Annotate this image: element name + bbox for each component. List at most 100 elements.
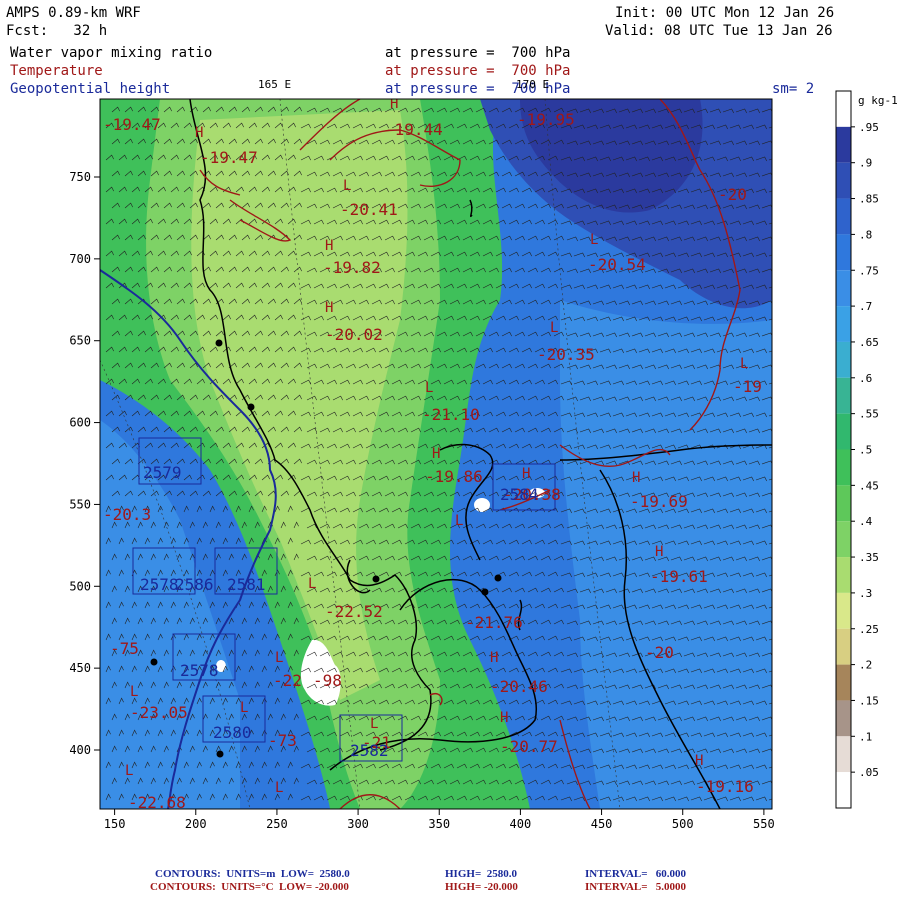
footer-height-high: HIGH= 2580.0 — [445, 868, 517, 880]
high-low-marker: H — [522, 466, 530, 482]
height-label: 2586 — [175, 575, 214, 594]
colorbar-label: .65 — [859, 336, 879, 349]
colorbar-label: .3 — [859, 587, 872, 600]
wind-barb — [775, 141, 786, 145]
temperature-label: -20.41 — [340, 200, 398, 219]
temperature-label: -20.3 — [103, 505, 151, 524]
high-low-marker: H — [325, 238, 333, 254]
colorbar-swatch — [836, 592, 851, 629]
y-tick-label: 650 — [69, 334, 91, 348]
temperature-label: -19.47 — [200, 148, 258, 167]
y-tick-label: 750 — [69, 170, 91, 184]
footer-height-contours: CONTOURS: UNITS=m LOW= 2580.0 — [155, 868, 350, 880]
y-tick-label: 450 — [69, 661, 91, 675]
temperature-label: -20.77 — [500, 737, 558, 756]
high-low-marker: L — [455, 513, 463, 529]
temperature-label: -19.95 — [517, 110, 575, 129]
high-low-marker: H — [500, 710, 508, 726]
wind-barb — [775, 269, 786, 273]
temperature-label: -21.76 — [465, 613, 523, 632]
colorbar-label: .85 — [859, 193, 879, 206]
footer-height-interval: INTERVAL= 60.000 — [585, 868, 687, 880]
wind-barb — [775, 653, 786, 657]
high-low-marker: H — [195, 125, 203, 141]
wind-barb — [775, 205, 786, 209]
colorbar-label: .4 — [859, 515, 873, 528]
high-low-marker: H — [390, 96, 398, 112]
temperature-label: -20.02 — [325, 325, 383, 344]
high-low-marker: L — [550, 320, 558, 336]
y-tick-label: 550 — [69, 497, 91, 511]
height-label: 2584 — [500, 485, 539, 504]
colorbar-label: .5 — [859, 444, 872, 457]
height-label: 2582 — [350, 741, 389, 760]
wind-barb — [775, 429, 786, 433]
high-low-marker: L — [125, 763, 133, 779]
x-tick-label: 350 — [428, 817, 450, 831]
wind-barb — [775, 717, 786, 721]
temperature-label: -22.52 — [325, 602, 383, 621]
x-tick-label: 250 — [266, 817, 288, 831]
colorbar-swatch — [836, 126, 851, 163]
footer-temp-contours: CONTOURS: UNITS=°C LOW= -20.000 — [150, 881, 349, 893]
wind-barb — [775, 525, 786, 529]
colorbar-label: .8 — [859, 228, 872, 241]
colorbar-label: .35 — [859, 551, 879, 564]
temperature-label: -20 — [718, 185, 747, 204]
wind-barb — [775, 173, 786, 177]
temperature-label: -20.46 — [490, 677, 548, 696]
colorbar-swatch — [836, 485, 851, 522]
colorbar-label: .15 — [859, 694, 879, 707]
high-low-marker: L — [308, 576, 316, 592]
colorbar-label: .2 — [859, 659, 872, 672]
high-low-marker: L — [130, 684, 138, 700]
wind-barb — [775, 333, 786, 337]
high-low-marker: H — [695, 753, 703, 769]
high-low-marker: L — [275, 650, 283, 666]
wind-barb — [775, 365, 786, 369]
wind-barb — [775, 397, 786, 401]
colorbar-swatch — [836, 270, 851, 307]
x-tick-label: 200 — [185, 817, 207, 831]
high-low-marker: H — [490, 650, 498, 666]
colorbar-swatch — [836, 664, 851, 701]
height-label: 2578 — [140, 575, 179, 594]
colorbar-label: .75 — [859, 264, 879, 277]
high-low-marker: L — [343, 178, 351, 194]
high-low-marker: L — [590, 232, 598, 248]
wind-barb — [775, 685, 786, 689]
temperature-label: -19 — [733, 377, 762, 396]
colorbar-swatch — [836, 341, 851, 378]
high-low-marker: H — [432, 446, 440, 462]
temperature-label: -75 — [110, 639, 139, 658]
colorbar-label: .25 — [859, 623, 879, 636]
wind-barb — [775, 781, 786, 785]
x-tick-label: 500 — [672, 817, 694, 831]
temperature-label: -19.69 — [630, 492, 688, 511]
wind-barb — [775, 621, 786, 625]
height-label: 2580 — [213, 723, 252, 742]
high-low-marker: L — [275, 780, 283, 796]
y-axis: 750 700 650 600 550 500 450 400 — [69, 170, 100, 757]
colorbar-label: .55 — [859, 408, 879, 421]
x-tick-label: 300 — [347, 817, 369, 831]
footer-temp-high: HIGH= -20.000 — [445, 881, 518, 893]
y-tick-label: 700 — [69, 252, 91, 266]
high-low-marker: H — [655, 544, 663, 560]
temperature-label: -20.54 — [588, 255, 646, 274]
colorbar-swatch — [836, 521, 851, 558]
colorbar-swatch — [836, 198, 851, 235]
footer-temp-interval: INTERVAL= 5.0000 — [585, 881, 687, 893]
temperature-label: -20 — [645, 643, 674, 662]
y-tick-label: 500 — [69, 579, 91, 593]
colorbar-label: .05 — [859, 766, 879, 779]
wind-barb — [775, 461, 786, 465]
colorbar-swatch — [836, 306, 851, 342]
colorbar-swatch — [836, 772, 851, 808]
wind-barb — [775, 109, 786, 113]
colorbar-swatch — [836, 377, 851, 414]
colorbar-unit: g kg-1 — [858, 94, 898, 107]
temperature-label: -21.10 — [422, 405, 480, 424]
wind-barb — [775, 301, 786, 305]
wind-barb — [775, 493, 786, 497]
